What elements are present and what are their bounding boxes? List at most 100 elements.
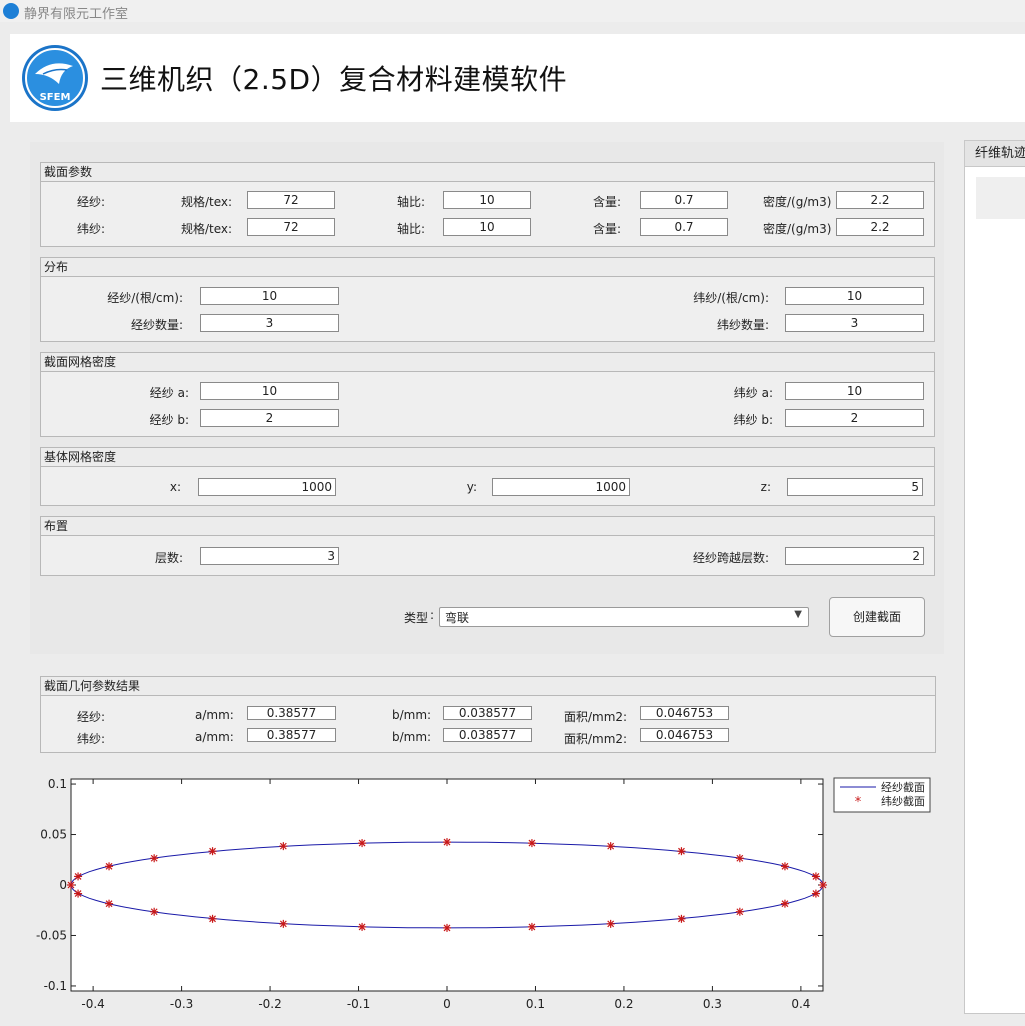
warp-density-count-input[interactable]: 10 (200, 287, 339, 305)
weft-content-input[interactable]: 0.7 (640, 218, 728, 236)
weft-density-input[interactable]: 2.2 (836, 218, 924, 236)
create-section-button[interactable]: 创建截面 (829, 597, 925, 637)
weft-b-input[interactable]: 2 (785, 409, 924, 427)
type-label: 类型 (404, 611, 429, 625)
parameter-panel: 截面参数 经纱: 规格/tex: 72 轴比: 10 含量: 0.7 密度/(g… (30, 142, 944, 654)
warp-content-input[interactable]: 0.7 (640, 191, 728, 209)
weft-marker (105, 862, 114, 871)
group-title: 截面参数 (41, 163, 934, 182)
layers-input[interactable]: 3 (200, 547, 339, 565)
result-weft-area-value: 0.046753 (640, 728, 729, 742)
type-select-value: 弯联 (445, 611, 470, 625)
weft-a-input[interactable]: 10 (785, 382, 924, 400)
fiber-trajectory-title: 纤维轨迹 (965, 141, 1025, 167)
weft-b-label: 纬纱 b: (733, 413, 773, 427)
weft-marker (67, 881, 75, 889)
legend-weft-label: 纬纱截面 (881, 794, 925, 808)
group-title: 截面几何参数结果 (41, 677, 935, 696)
y-label: y: (466, 480, 477, 494)
weft-marker (105, 899, 114, 908)
result-weft-a-label: a/mm: (195, 730, 234, 744)
weft-marker (443, 923, 451, 932)
mesh-z-input[interactable]: 5 (787, 478, 923, 496)
weft-row-label: 纬纱: (77, 222, 106, 236)
weft-marker (735, 854, 744, 863)
weft-ratio-label: 轴比: (397, 222, 426, 236)
warp-density-input[interactable]: 2.2 (836, 191, 924, 209)
weft-ratio-input[interactable]: 10 (443, 218, 531, 236)
weft-content-label: 含量: (593, 222, 622, 236)
x-tick-label: 0.3 (703, 997, 722, 1011)
weft-marker (358, 922, 367, 931)
section-mesh-group: 截面网格密度 经纱 a: 10 纬纱 a: 10 经纱 b: 2 纬纱 b: 2 (40, 352, 935, 437)
weft-marker (279, 842, 288, 851)
weft-marker (358, 839, 367, 848)
weft-marker (811, 889, 820, 898)
plot-area (70, 778, 824, 992)
x-tick-label: -0.1 (347, 997, 370, 1011)
warp-a-input[interactable]: 10 (200, 382, 339, 400)
span-input[interactable]: 2 (785, 547, 924, 565)
type-select[interactable]: 弯联 ▼ (439, 607, 809, 627)
y-tick-label: 0.1 (48, 777, 67, 791)
warp-count-input[interactable]: 3 (200, 314, 339, 332)
weft-spec-input[interactable]: 72 (247, 218, 335, 236)
y-tick-label: 0 (59, 878, 67, 892)
x-tick-label: -0.2 (258, 997, 281, 1011)
fiber-trajectory-placeholder (976, 177, 1025, 219)
weft-marker (74, 872, 83, 881)
warp-b-input[interactable]: 2 (200, 409, 339, 427)
app-globe-icon (3, 3, 19, 19)
weft-a-label: 纬纱 a: (733, 386, 773, 400)
weft-density-label: 密度/(g/m3) (763, 222, 832, 236)
x-tick-label: -0.3 (170, 997, 193, 1011)
weft-count-input[interactable]: 3 (785, 314, 924, 332)
chevron-down-icon: ▼ (794, 609, 802, 620)
group-title: 截面网格密度 (41, 353, 934, 372)
result-weft-b-label: b/mm: (392, 730, 432, 744)
matrix-mesh-group: 基体网格密度 x: 1000 y: 1000 z: 5 (40, 447, 935, 506)
sfem-logo-icon: SFEM (22, 45, 88, 111)
warp-spec-input[interactable]: 72 (247, 191, 335, 209)
weft-marker (527, 922, 536, 931)
weft-marker (208, 847, 217, 856)
x-tick-label: 0.1 (526, 997, 545, 1011)
y-tick-label: -0.05 (36, 928, 67, 942)
span-label: 经纱跨越层数: (692, 551, 769, 565)
weft-marker (150, 854, 159, 863)
fiber-trajectory-panel: 纤维轨迹 (964, 140, 1025, 1014)
x-tick-label: 0.2 (614, 997, 633, 1011)
mesh-x-input[interactable]: 1000 (198, 478, 336, 496)
layers-label: 层数: (154, 551, 183, 565)
legend-weft-swatch: * (855, 795, 862, 810)
section-shape-chart: -0.4 -0.3 -0.2 -0.1 0 0.1 0.2 0.3 0.4 0.1 0.05 0 -0.… (0, 760, 945, 1026)
result-warp-b-label: b/mm: (392, 708, 432, 722)
warp-count-label: 经纱数量: (130, 318, 183, 332)
result-warp-b-value: 0.038577 (443, 706, 532, 720)
weft-density-count-label: 纬纱/(根/cm): (693, 291, 769, 305)
window-title: 静界有限元工作室 (24, 7, 129, 22)
weft-marker (527, 839, 536, 848)
group-title: 基体网格密度 (41, 448, 934, 467)
result-warp-a-value: 0.38577 (247, 706, 336, 720)
weft-count-label: 纬纱数量: (716, 318, 769, 332)
warp-row-label: 经纱: (77, 195, 106, 209)
weft-marker (208, 914, 217, 923)
chart-legend: 经纱截面 * 纬纱截面 (833, 777, 931, 813)
weft-marker (443, 838, 451, 847)
mesh-y-input[interactable]: 1000 (492, 478, 630, 496)
result-warp-a-label: a/mm: (195, 708, 234, 722)
layout-group: 布置 层数: 3 经纱跨越层数: 2 (40, 516, 935, 576)
weft-density-count-input[interactable]: 10 (785, 287, 924, 305)
weft-marker (780, 862, 789, 871)
y-tick-label: -0.1 (44, 979, 67, 993)
warp-spec-label: 规格/tex: (181, 195, 233, 209)
weft-marker (606, 919, 615, 928)
weft-marker (677, 847, 686, 856)
warp-density-label: 密度/(g/m3) (763, 195, 832, 209)
weft-marker (780, 899, 789, 908)
header-banner: SFEM 三维机织（2.5D）复合材料建模软件 (10, 34, 1025, 122)
results-group: 截面几何参数结果 经纱: a/mm: 0.38577 b/mm: 0.03857… (40, 676, 936, 753)
warp-ratio-input[interactable]: 10 (443, 191, 531, 209)
result-warp-area-value: 0.046753 (640, 706, 729, 720)
